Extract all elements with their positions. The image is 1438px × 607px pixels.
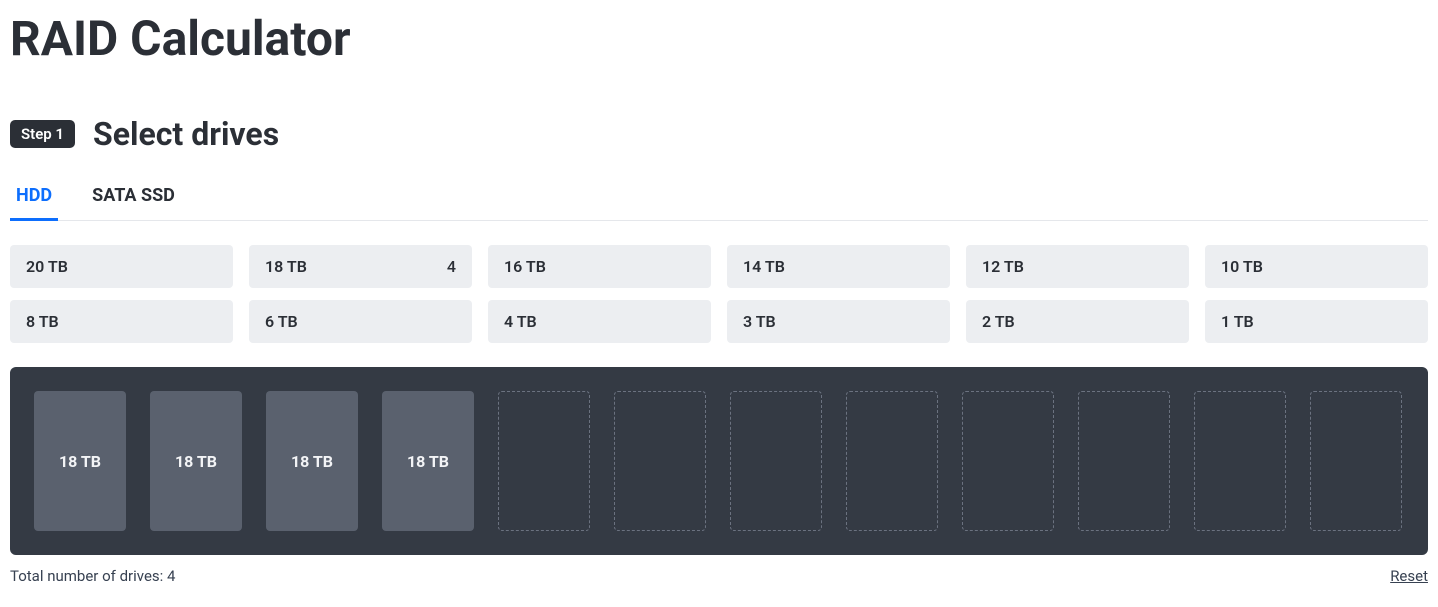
tab-sata-ssd[interactable]: SATA SSD bbox=[86, 177, 181, 221]
tab-hdd[interactable]: HDD bbox=[10, 177, 58, 221]
drive-size-options: 20 TB 18 TB 4 16 TB 14 TB 12 TB 10 TB 8 … bbox=[10, 245, 1428, 343]
bay-slot-11[interactable] bbox=[1194, 391, 1286, 531]
drive-option-label: 1 TB bbox=[1221, 312, 1254, 331]
bay-slot-4[interactable]: 18 TB bbox=[382, 391, 474, 531]
drive-option-4tb[interactable]: 4 TB bbox=[488, 300, 711, 343]
drive-option-label: 16 TB bbox=[504, 257, 546, 276]
drive-option-label: 20 TB bbox=[26, 257, 68, 276]
drive-option-18tb[interactable]: 18 TB 4 bbox=[249, 245, 472, 288]
step-header: Step 1 Select drives bbox=[10, 115, 1428, 153]
drive-option-label: 2 TB bbox=[982, 312, 1015, 331]
bay-slot-12[interactable] bbox=[1310, 391, 1402, 531]
bay-slot-8[interactable] bbox=[846, 391, 938, 531]
drive-bay-panel: 18 TB 18 TB 18 TB 18 TB bbox=[10, 367, 1428, 555]
footer-row: Total number of drives: 4 Reset bbox=[10, 567, 1428, 585]
drive-option-count: 4 bbox=[447, 257, 456, 276]
drive-option-label: 3 TB bbox=[743, 312, 776, 331]
step-title: Select drives bbox=[93, 115, 279, 153]
page-title: RAID Calculator bbox=[10, 10, 1428, 67]
drive-option-label: 10 TB bbox=[1221, 257, 1263, 276]
bay-slot-2[interactable]: 18 TB bbox=[150, 391, 242, 531]
drive-option-12tb[interactable]: 12 TB bbox=[966, 245, 1189, 288]
bay-slot-3[interactable]: 18 TB bbox=[266, 391, 358, 531]
drive-option-label: 8 TB bbox=[26, 312, 59, 331]
drive-option-label: 14 TB bbox=[743, 257, 785, 276]
drive-option-16tb[interactable]: 16 TB bbox=[488, 245, 711, 288]
drive-option-14tb[interactable]: 14 TB bbox=[727, 245, 950, 288]
drive-option-2tb[interactable]: 2 TB bbox=[966, 300, 1189, 343]
drive-option-label: 6 TB bbox=[265, 312, 298, 331]
reset-link[interactable]: Reset bbox=[1390, 567, 1428, 585]
bay-slot-7[interactable] bbox=[730, 391, 822, 531]
drive-option-label: 18 TB bbox=[265, 257, 307, 276]
drive-option-label: 4 TB bbox=[504, 312, 537, 331]
step-badge: Step 1 bbox=[10, 120, 75, 148]
drive-option-6tb[interactable]: 6 TB bbox=[249, 300, 472, 343]
drive-option-3tb[interactable]: 3 TB bbox=[727, 300, 950, 343]
bay-slot-1[interactable]: 18 TB bbox=[34, 391, 126, 531]
bay-slot-6[interactable] bbox=[614, 391, 706, 531]
drive-option-8tb[interactable]: 8 TB bbox=[10, 300, 233, 343]
drive-type-tabs: HDD SATA SSD bbox=[10, 177, 1428, 221]
total-drives-text: Total number of drives: 4 bbox=[10, 567, 175, 585]
drive-option-label: 12 TB bbox=[982, 257, 1024, 276]
bay-slot-9[interactable] bbox=[962, 391, 1054, 531]
drive-option-1tb[interactable]: 1 TB bbox=[1205, 300, 1428, 343]
bay-slot-10[interactable] bbox=[1078, 391, 1170, 531]
drive-option-20tb[interactable]: 20 TB bbox=[10, 245, 233, 288]
drive-option-10tb[interactable]: 10 TB bbox=[1205, 245, 1428, 288]
bay-slot-5[interactable] bbox=[498, 391, 590, 531]
